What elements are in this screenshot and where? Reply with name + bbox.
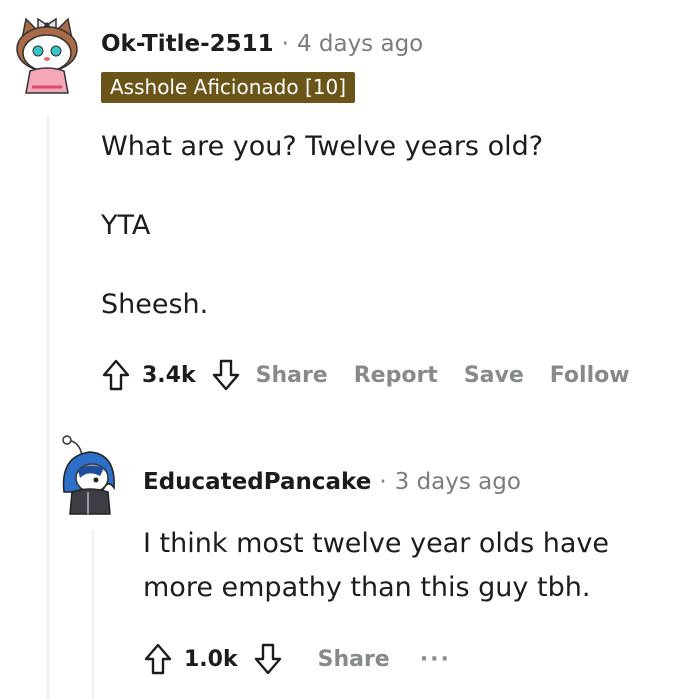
downvote-arrow-icon[interactable] xyxy=(248,639,288,679)
upvote-arrow-icon[interactable] xyxy=(138,639,178,679)
report-button[interactable]: Report xyxy=(354,363,438,388)
save-button[interactable]: Save xyxy=(464,363,524,388)
downvote-arrow-icon[interactable] xyxy=(206,355,246,395)
upvote-arrow-icon[interactable] xyxy=(96,355,136,395)
user-flair: Asshole Aficionado [10] xyxy=(101,72,355,103)
comment-paragraph: YTA xyxy=(101,210,151,241)
user-avatar-hooded-icon[interactable] xyxy=(58,432,120,516)
reply-text-line: more empathy than this guy tbh. xyxy=(143,572,591,603)
comment-paragraph: What are you? Twelve years old? xyxy=(101,131,544,162)
separator-dot: · xyxy=(379,469,387,495)
reply-action-bar: 1.0k Share ··· xyxy=(138,639,451,679)
vote-count: 3.4k xyxy=(142,362,196,388)
share-button[interactable]: Share xyxy=(318,647,390,672)
comment-header: Ok-Title-2511 · 4 days ago xyxy=(101,29,423,59)
comment-paragraph: Sheesh. xyxy=(101,289,209,320)
comment-thread-line[interactable] xyxy=(47,115,49,699)
comment-action-bar: 3.4k Share Report Save Follow xyxy=(96,355,630,395)
share-button[interactable]: Share xyxy=(256,363,328,388)
timestamp[interactable]: 3 days ago xyxy=(395,469,521,495)
more-options-icon[interactable]: ··· xyxy=(420,647,451,672)
reply-thread-line[interactable] xyxy=(92,530,94,699)
separator-dot: · xyxy=(281,31,289,57)
user-avatar-cat-icon[interactable] xyxy=(14,13,84,97)
reply-text-line: I think most twelve year olds have xyxy=(143,528,609,559)
username[interactable]: EducatedPancake xyxy=(143,469,371,495)
follow-button[interactable]: Follow xyxy=(550,363,630,388)
reply-header: EducatedPancake · 3 days ago xyxy=(143,467,521,497)
username[interactable]: Ok-Title-2511 xyxy=(101,31,274,57)
timestamp[interactable]: 4 days ago xyxy=(297,31,423,57)
vote-count: 1.0k xyxy=(184,646,238,672)
